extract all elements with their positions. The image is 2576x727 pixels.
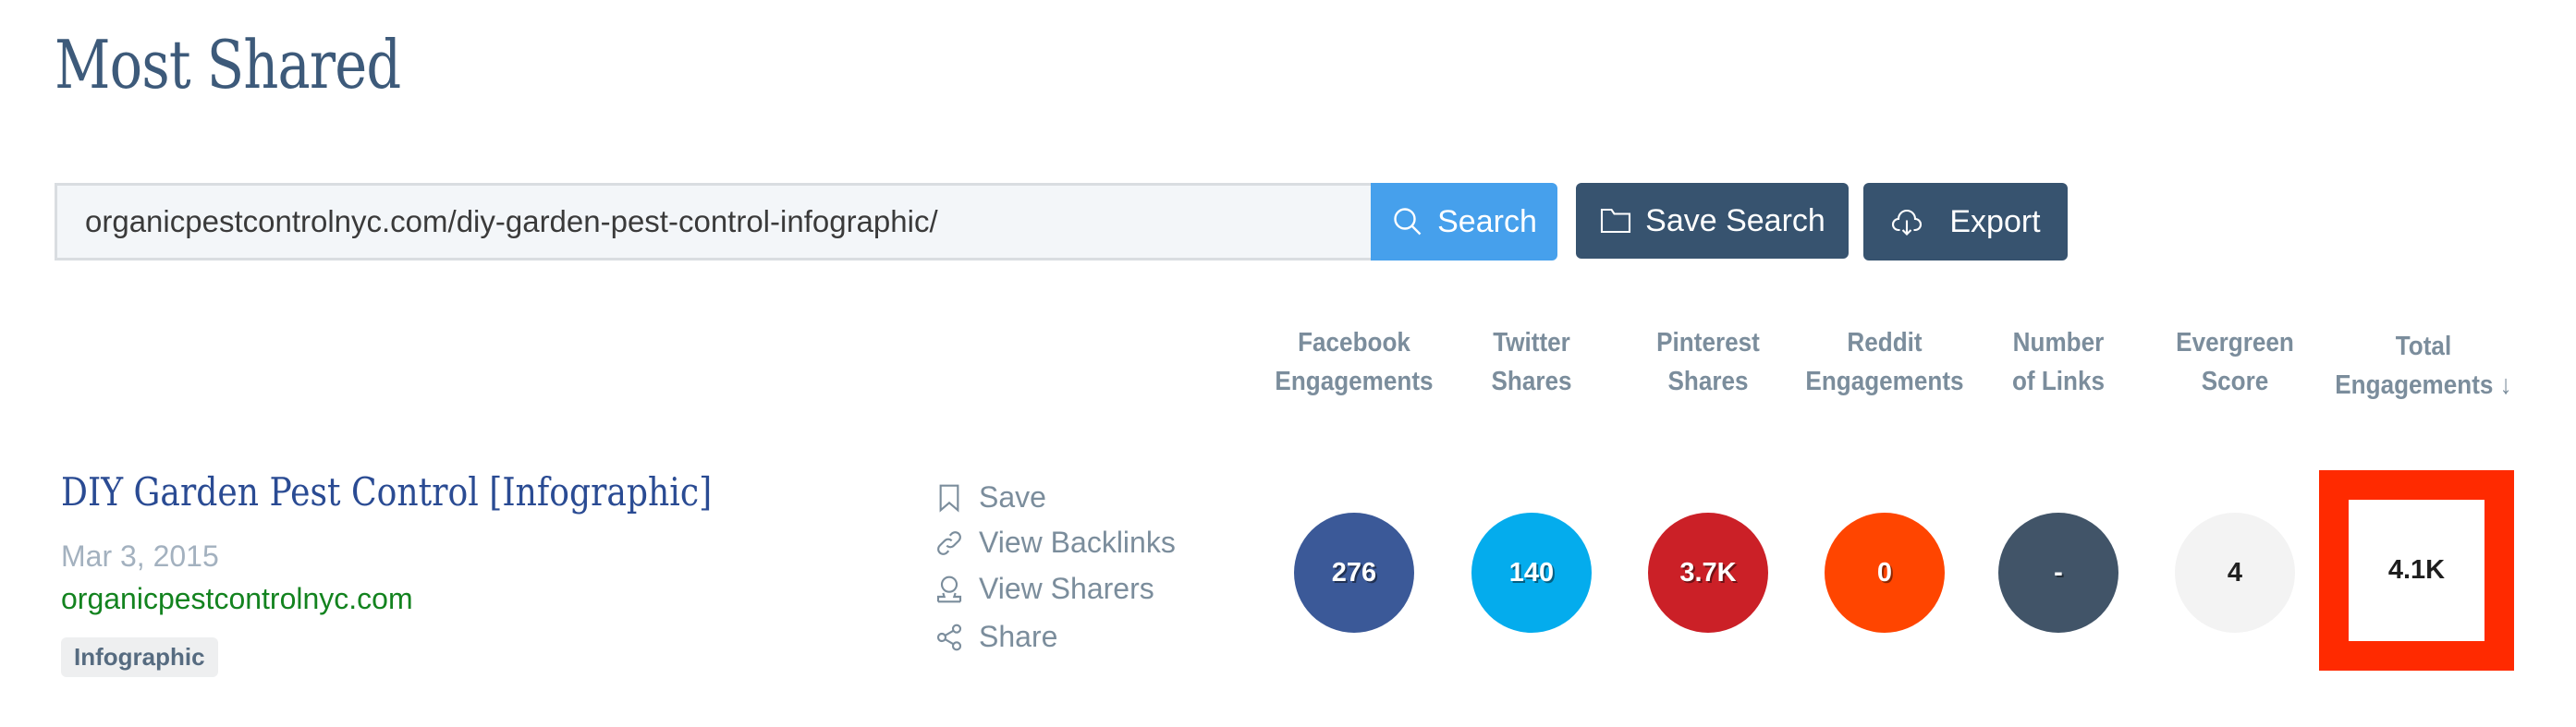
column-header-twitter[interactable]: Twitter Shares	[1448, 323, 1615, 401]
export-button-label: Export	[1949, 203, 2041, 239]
search-button[interactable]: Search	[1371, 183, 1557, 261]
evergreen-score-value: 4	[2175, 513, 2295, 633]
save-search-button[interactable]: Save Search	[1576, 183, 1849, 259]
header-line-sort: Engagements ↓	[2335, 370, 2512, 400]
header-line: Engagements	[1275, 367, 1434, 396]
column-header-total[interactable]: Total Engagements ↓	[2324, 327, 2523, 405]
view-sharers-action[interactable]: View Sharers	[934, 572, 1154, 606]
search-icon	[1394, 208, 1422, 236]
search-button-label: Search	[1437, 203, 1537, 239]
header-line: Shares	[1491, 367, 1572, 396]
view-backlinks-label: View Backlinks	[979, 526, 1176, 559]
search-input[interactable]	[55, 183, 1371, 261]
column-header-facebook[interactable]: Facebook Engagements	[1271, 323, 1437, 401]
header-line: Shares	[1667, 367, 1749, 396]
page-title: Most Shared	[55, 26, 401, 103]
reddit-engagements-value[interactable]: 0	[1825, 513, 1945, 633]
header-line: Number	[2012, 328, 2105, 357]
cloud-download-icon	[1892, 209, 1923, 236]
pinterest-shares-value[interactable]: 3.7K	[1648, 513, 1768, 633]
folder-icon	[1601, 208, 1631, 234]
article-title-link[interactable]: DIY Garden Pest Control [Infographic]	[61, 469, 712, 515]
save-action[interactable]: Save	[934, 480, 1046, 515]
number-of-links-value[interactable]: -	[1998, 513, 2118, 633]
header-line: Score	[2201, 367, 2269, 396]
header-line: Evergreen	[2176, 328, 2294, 357]
header-line: Pinterest	[1656, 328, 1760, 357]
bookmark-icon	[939, 484, 959, 513]
twitter-shares-value[interactable]: 140	[1471, 513, 1592, 633]
total-engagements-value: 4.1K	[2387, 555, 2446, 585]
header-line: Facebook	[1298, 328, 1410, 357]
save-search-button-label: Save Search	[1645, 202, 1825, 238]
header-line: Engagements	[1805, 367, 1964, 396]
header-line: of Links	[2011, 367, 2106, 396]
content-type-badge: Infographic	[61, 637, 218, 677]
column-header-links[interactable]: Number of Links	[1975, 323, 2142, 401]
header-line: Total	[2395, 332, 2452, 361]
facebook-engagements-value[interactable]: 276	[1294, 513, 1414, 633]
header-line: Twitter	[1493, 328, 1570, 357]
total-engagements-highlight: 4.1K	[2319, 470, 2514, 671]
article-domain-link[interactable]: organicpestcontrolnyc.com	[61, 582, 413, 616]
save-action-label: Save	[979, 480, 1046, 514]
link-icon	[937, 530, 961, 555]
user-icon	[936, 576, 962, 602]
view-sharers-label: View Sharers	[979, 572, 1154, 605]
header-line: Reddit	[1847, 328, 1923, 357]
column-header-evergreen[interactable]: Evergreen Score	[2152, 323, 2318, 401]
export-button[interactable]: Export	[1863, 183, 2068, 261]
column-header-reddit[interactable]: Reddit Engagements	[1801, 323, 1968, 401]
share-action-label: Share	[979, 620, 1058, 653]
share-action[interactable]: Share	[934, 620, 1057, 654]
article-date: Mar 3, 2015	[61, 539, 219, 573]
column-header-pinterest[interactable]: Pinterest Shares	[1625, 323, 1791, 401]
view-backlinks-action[interactable]: View Backlinks	[934, 526, 1176, 560]
share-icon	[936, 624, 962, 650]
